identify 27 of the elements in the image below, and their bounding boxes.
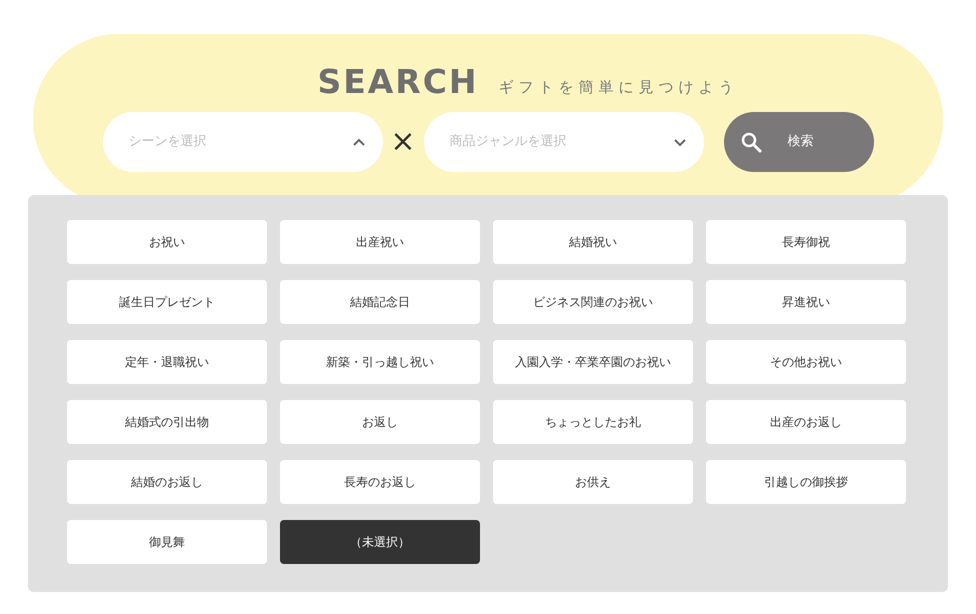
search-title: SEARCH [317,64,479,100]
scene-option[interactable]: 出産祝い [280,220,480,264]
scene-option[interactable]: お祝い [67,220,267,264]
scene-option[interactable]: ビジネス関連のお祝い [493,280,693,324]
times-sign: × [389,127,417,157]
scene-option[interactable]: 結婚のお返し [67,460,267,504]
scene-option[interactable]: 誕生日プレゼント [67,280,267,324]
scene-option[interactable]: 長寿御祝 [706,220,906,264]
scene-option[interactable]: 出産のお返し [706,400,906,444]
search-icon [740,131,762,153]
scene-option[interactable]: 昇進祝い [706,280,906,324]
scene-option[interactable]: 結婚記念日 [280,280,480,324]
scene-option[interactable]: 新築・引っ越し祝い [280,340,480,384]
scene-option[interactable]: 入園入学・卒業卒園のお祝い [493,340,693,384]
scene-option[interactable]: （未選択） [280,520,480,564]
scene-option[interactable]: ちょっとしたお礼 [493,400,693,444]
scene-option[interactable]: 長寿のお返し [280,460,480,504]
scene-option[interactable]: お返し [280,400,480,444]
scene-option[interactable]: お供え [493,460,693,504]
subtitle: ギフトを簡単に見つけよう [498,77,739,97]
scene-option[interactable]: 結婚式の引出物 [67,400,267,444]
scene-option[interactable]: 定年・退職祝い [67,340,267,384]
search-button[interactable]: 検索 [724,112,874,172]
scene-option[interactable]: その他お祝い [706,340,906,384]
scene-option[interactable]: 結婚祝い [493,220,693,264]
scene-option[interactable]: 引越しの御挨拶 [706,460,906,504]
scene-option[interactable]: 御見舞 [67,520,267,564]
